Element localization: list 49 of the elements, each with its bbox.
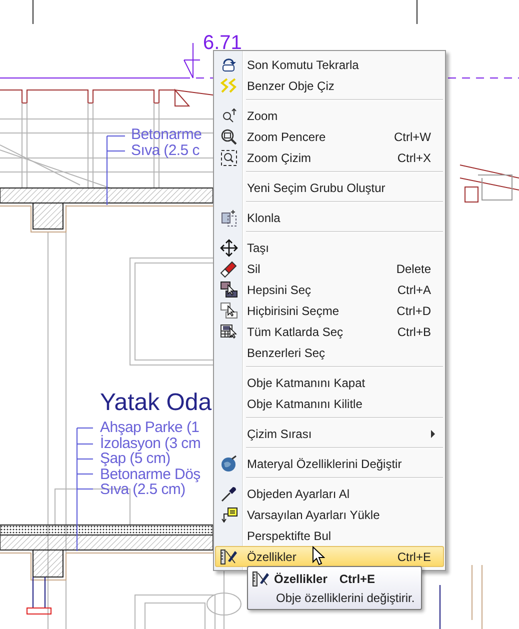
menu-item[interactable]: Hiçbirisini Seçme Ctrl+D xyxy=(215,300,444,321)
room-title: Yatak Oda xyxy=(100,391,212,415)
menu-item[interactable]: Çizim Sırası xyxy=(215,423,444,444)
properties-icon xyxy=(220,548,238,566)
material-label: Sıva (2.5 cm) xyxy=(100,482,186,498)
menu-item[interactable]: Perspektifte Bul xyxy=(215,525,444,546)
zoom-window-icon xyxy=(220,128,238,146)
menu-item[interactable]: Tüm Katlarda Seç Ctrl+B xyxy=(215,321,444,342)
move-icon xyxy=(220,238,238,256)
tooltip-shortcut: Ctrl+E xyxy=(339,572,376,586)
select-none-icon xyxy=(220,302,238,320)
menu-item[interactable]: Benzerleri Seç xyxy=(215,342,444,363)
clone-icon xyxy=(220,208,238,226)
menu-item[interactable]: Sil Delete xyxy=(215,258,444,279)
select-floors-icon xyxy=(220,322,238,340)
menu-item[interactable]: Zoom Pencere Ctrl+W xyxy=(215,126,444,147)
properties-icon xyxy=(252,570,270,588)
menu-item[interactable]: Obje Katmanını Kapat xyxy=(215,372,444,393)
material-label: Betonarme Döş xyxy=(100,466,201,482)
menu-item[interactable]: Klonla xyxy=(215,207,444,228)
menu-item[interactable]: Son Komutu Tekrarla xyxy=(215,54,444,75)
eraser-icon xyxy=(220,260,238,278)
menu-item[interactable]: Taşı xyxy=(215,237,444,258)
tooltip-title: Özellikler xyxy=(274,572,328,586)
menu-item[interactable]: Özellikler Ctrl+E xyxy=(215,546,444,567)
menu-item[interactable]: Zoom Çizim Ctrl+X xyxy=(215,147,444,168)
material-label: Ahşap Parke (1 xyxy=(100,420,200,436)
dimension-label: 6.71 xyxy=(203,33,242,53)
zigzag-icon xyxy=(220,76,238,94)
eyedropper-icon xyxy=(220,484,238,502)
zoom-icon xyxy=(220,106,238,124)
menu-item[interactable]: Hepsini Seç Ctrl+A xyxy=(215,279,444,300)
material-label: Sıva (2.5 c xyxy=(131,142,200,158)
material-label: Betonarme xyxy=(131,127,202,142)
menu-item[interactable]: Varsayılan Ayarları Yükle xyxy=(215,504,444,525)
zoom-fit-icon xyxy=(220,148,238,166)
material-label: İzolasyon (3 cm xyxy=(100,436,201,451)
select-all-icon xyxy=(220,280,238,298)
redo-icon xyxy=(220,56,238,74)
menu-item[interactable]: Objeden Ayarları Al xyxy=(215,483,444,504)
cursor-icon xyxy=(312,546,325,566)
menu-item[interactable]: Yeni Seçim Grubu Oluştur xyxy=(215,177,444,198)
menu-item[interactable]: Benzer Obje Çiz xyxy=(215,75,444,96)
menu-item[interactable]: Zoom xyxy=(215,105,444,126)
material-label: Şap (5 cm) xyxy=(100,451,170,466)
menu-item[interactable]: Materyal Özelliklerini Değiştir xyxy=(215,453,444,474)
globe-icon xyxy=(220,454,238,472)
tooltip-description: Obje özelliklerini değiştirir. xyxy=(275,591,416,605)
menu-item[interactable]: Obje Katmanını Kilitle xyxy=(215,393,444,414)
